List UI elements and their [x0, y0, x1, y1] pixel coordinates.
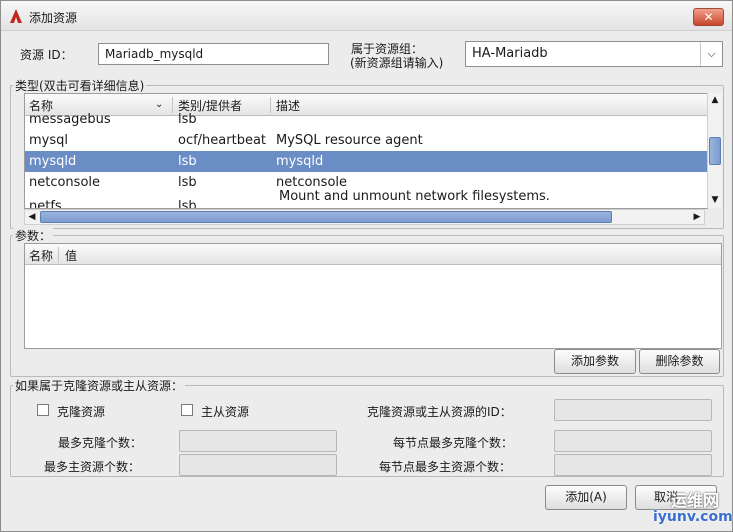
- watermark-cn-text: 运维网: [671, 491, 720, 510]
- cell-provider: lsb: [178, 199, 197, 209]
- scroll-left-icon[interactable]: ◀: [25, 210, 39, 224]
- column-header-param-value[interactable]: 值: [65, 247, 77, 264]
- max-clones-label: 最多克隆个数：: [58, 436, 143, 450]
- resource-group-combo[interactable]: HA-Mariadb ⌵: [465, 41, 723, 67]
- add-button[interactable]: 添加(A): [545, 485, 627, 510]
- close-button[interactable]: ✕: [693, 8, 724, 26]
- cell-name: netfs: [29, 199, 62, 209]
- max-clones-per-node-label: 每节点最多克隆个数：: [393, 436, 514, 450]
- vertical-scroll-thumb[interactable]: [709, 137, 721, 165]
- master-slave-checkbox-label: 主从资源: [201, 405, 250, 419]
- delete-param-button[interactable]: 删除参数: [639, 349, 720, 374]
- max-masters-per-node-label: 每节点最多主资源个数：: [379, 460, 512, 474]
- close-icon: ✕: [703, 10, 714, 24]
- table-row[interactable]: messagebus lsb: [25, 109, 707, 130]
- max-masters-label: 最多主资源个数：: [44, 460, 141, 474]
- resource-id-input[interactable]: Mariadb_mysqld: [98, 43, 329, 65]
- cell-provider: lsb: [178, 154, 197, 169]
- params-table-header: 名称 值: [25, 244, 721, 265]
- params-table: 名称 值: [24, 243, 722, 349]
- cell-name: messagebus: [29, 112, 111, 127]
- watermark-logo: 运维网 iyunv.com: [641, 485, 733, 531]
- max-clones-input[interactable]: [179, 430, 337, 452]
- resource-group-value: HA-Mariadb: [472, 46, 548, 61]
- clone-checkbox-label: 克隆资源: [57, 405, 106, 419]
- max-masters-input[interactable]: [179, 454, 337, 476]
- scroll-right-icon[interactable]: ▶: [690, 210, 704, 224]
- horizontal-scrollbar[interactable]: ◀ ▶: [24, 209, 705, 225]
- cell-provider: ocf/heartbeat: [178, 133, 267, 148]
- table-row[interactable]: netfs lsb Mount and unmount network file…: [25, 189, 707, 209]
- resource-id-label: 资源 ID：: [20, 48, 73, 62]
- cell-description: mysqld: [276, 154, 324, 169]
- type-group-title: 类型(双击可看详细信息): [13, 77, 147, 94]
- scroll-down-icon[interactable]: ▼: [708, 193, 722, 207]
- add-param-button[interactable]: 添加参数: [554, 349, 636, 374]
- max-clones-per-node-input[interactable]: [554, 430, 712, 452]
- clone-master-id-label: 克隆资源或主从资源的ID：: [367, 405, 512, 419]
- column-header-param-name[interactable]: 名称: [29, 247, 53, 264]
- cell-name: netconsole: [29, 175, 101, 190]
- master-slave-checkbox[interactable]: [181, 404, 193, 416]
- params-group-title: 参数：: [13, 227, 54, 244]
- window-title: 添加资源: [29, 11, 78, 25]
- cell-description: netconsole: [276, 175, 348, 190]
- max-masters-per-node-input[interactable]: [554, 454, 712, 476]
- scroll-up-icon[interactable]: ▲: [708, 93, 722, 107]
- add-resource-dialog: 添加资源 ✕ 资源 ID： Mariadb_mysqld 属于资源组： (新资源…: [0, 0, 733, 532]
- cell-name: mysql: [29, 133, 68, 148]
- clone-group-title: 如果属于克隆资源或主从资源：: [13, 377, 186, 394]
- cell-provider: lsb: [178, 112, 197, 127]
- column-divider: [58, 247, 59, 263]
- cell-provider: lsb: [178, 175, 197, 190]
- title-bar: 添加资源 ✕: [1, 1, 732, 31]
- horizontal-scroll-thumb[interactable]: [40, 211, 612, 223]
- cell-description: MySQL resource agent: [276, 133, 423, 148]
- resource-type-table: 名称 ⌄ 类别/提供者 描述 messagebus lsb mysql ocf/…: [24, 93, 708, 209]
- watermark-en-text: iyunv.com: [653, 509, 733, 525]
- clone-master-id-input[interactable]: [554, 399, 712, 421]
- table-row-selected[interactable]: mysqld lsb mysqld: [25, 151, 707, 172]
- group-label-hint: (新资源组请输入): [350, 56, 444, 70]
- chevron-down-icon[interactable]: ⌵: [700, 42, 722, 66]
- app-icon: [10, 9, 22, 23]
- cell-name: mysqld: [29, 154, 77, 169]
- table-row[interactable]: mysql ocf/heartbeat MySQL resource agent: [25, 130, 707, 151]
- clone-checkbox[interactable]: [37, 404, 49, 416]
- vertical-scrollbar[interactable]: ▲ ▼: [707, 93, 722, 208]
- cell-description: Mount and unmount network filesystems.: [279, 189, 550, 204]
